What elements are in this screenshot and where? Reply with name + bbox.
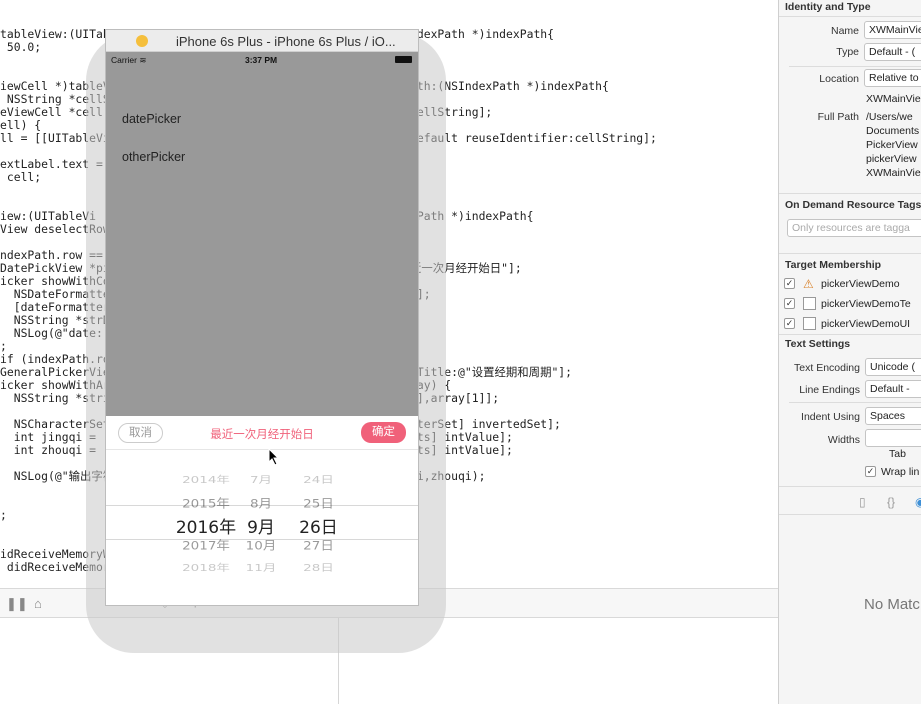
line-endings-dropdown[interactable]: Default - xyxy=(865,380,921,398)
mouse-cursor-icon xyxy=(268,448,280,466)
simulator-window: iPhone 6s Plus - iPhone 6s Plus / iO... … xyxy=(106,30,418,605)
step-over-icon[interactable]: ⌂ xyxy=(34,596,42,611)
type-label: Type xyxy=(836,46,859,58)
divider xyxy=(789,402,921,403)
code-line-tail[interactable]: Default reuseIdentifier:cellString]; xyxy=(410,132,657,145)
name-field[interactable]: XWMainVie xyxy=(864,21,921,39)
code-line[interactable]: ; xyxy=(0,509,7,522)
divider xyxy=(779,334,921,335)
file-inspector: Identity and Type Name XWMainVie Type De… xyxy=(778,0,921,704)
location-file: XWMainVie xyxy=(866,93,921,105)
picker-option[interactable]: 7月 xyxy=(236,472,286,486)
test-target-icon xyxy=(803,297,816,310)
code-line[interactable]: cell; xyxy=(0,171,41,184)
date-picker-sheet: 取消 最近一次月经开始日 确定 2014年 2015年 2016年 2017年 2018… xyxy=(106,416,418,605)
carrier-label: Carrier ≋ xyxy=(111,55,147,65)
test-target-icon xyxy=(803,317,816,330)
target-checkbox[interactable]: ✓ xyxy=(784,318,795,329)
wrap-lines-label: Wrap lin xyxy=(881,466,920,478)
picker-option[interactable]: 2015年 xyxy=(166,493,246,511)
picker-option[interactable]: 8月 xyxy=(236,493,286,511)
target-checkbox[interactable]: ✓ xyxy=(784,278,795,289)
encoding-dropdown[interactable]: Unicode ( xyxy=(865,358,921,376)
picker-option[interactable]: 24日 xyxy=(291,472,346,486)
divider xyxy=(779,16,921,17)
tab-width-field[interactable] xyxy=(865,429,921,447)
fullpath-line: Documents xyxy=(866,125,920,137)
indent-label: Indent Using xyxy=(801,411,860,423)
target-checkbox[interactable]: ✓ xyxy=(784,298,795,309)
code-snippet-icon[interactable]: {} xyxy=(887,495,895,509)
confirm-button[interactable]: 确定 xyxy=(361,422,406,443)
picker-option[interactable]: 27日 xyxy=(291,535,346,553)
file-template-icon[interactable]: ▯ xyxy=(859,495,866,509)
picker-option[interactable]: 10月 xyxy=(236,535,286,553)
location-dropdown[interactable]: Relative to xyxy=(864,69,921,87)
indent-dropdown[interactable]: Spaces xyxy=(865,407,921,425)
row-date-picker[interactable]: datePicker xyxy=(122,112,181,126)
fullpath-line: pickerView xyxy=(866,153,917,165)
target-label: pickerViewDemo xyxy=(821,278,900,290)
fullpath-line: /Users/we xyxy=(866,111,913,123)
date-picker-wheels[interactable]: 2014年 2015年 2016年 2017年 2018年 7月 8月 9月 10月 11月 2… xyxy=(106,450,418,605)
target-section-title: Target Membership xyxy=(785,259,882,271)
divider xyxy=(779,253,921,254)
fullpath-line: XWMainVie xyxy=(866,167,921,179)
object-library-icon[interactable]: ◉ xyxy=(915,495,921,509)
row-other-picker[interactable]: otherPicker xyxy=(122,150,185,164)
picker-option[interactable]: 28日 xyxy=(291,560,346,574)
wifi-icon: ≋ xyxy=(139,55,147,65)
app-target-icon: ⚠ xyxy=(803,277,814,291)
line-endings-label: Line Endings xyxy=(799,384,860,396)
location-label: Location xyxy=(819,73,859,85)
device-screen: Carrier ≋ 3:37 PM datePicker otherPicker… xyxy=(106,52,418,605)
odr-tags-field[interactable]: Only resources are tagga xyxy=(787,219,921,237)
status-time: 3:37 PM xyxy=(245,55,278,65)
status-bar: Carrier ≋ 3:37 PM xyxy=(106,52,418,68)
wrap-lines-checkbox[interactable]: ✓ xyxy=(865,466,876,477)
battery-icon xyxy=(395,56,412,63)
picker-option[interactable]: 25日 xyxy=(291,493,346,511)
picker-option[interactable]: 2014年 xyxy=(166,472,246,486)
divider xyxy=(779,193,921,194)
widths-label: Widths xyxy=(827,434,860,446)
divider xyxy=(779,486,921,487)
fullpath-label: Full Path xyxy=(817,111,859,123)
picker-option[interactable]: 2017年 xyxy=(166,535,246,553)
picker-option[interactable]: 2018年 xyxy=(166,560,246,574)
pause-icon[interactable]: ❚❚ xyxy=(6,596,28,612)
divider xyxy=(789,66,921,67)
encoding-label: Text Encoding xyxy=(794,362,860,374)
divider xyxy=(779,514,921,515)
target-label: pickerViewDemoUI xyxy=(821,318,911,330)
picker-option[interactable]: 11月 xyxy=(236,560,286,574)
odr-section-title: On Demand Resource Tags xyxy=(785,199,921,211)
identity-section-title: Identity and Type xyxy=(785,1,871,13)
no-matches-label: No Matc xyxy=(864,596,920,613)
picker-toolbar: 取消 最近一次月经开始日 确定 xyxy=(106,416,418,450)
minimize-button[interactable] xyxy=(136,35,148,47)
target-label: pickerViewDemoTe xyxy=(821,298,911,310)
simulator-titlebar[interactable]: iPhone 6s Plus - iPhone 6s Plus / iO... xyxy=(106,30,418,52)
simulator-title: iPhone 6s Plus - iPhone 6s Plus / iO... xyxy=(176,34,396,49)
code-line[interactable]: 50.0; xyxy=(0,41,41,54)
name-label: Name xyxy=(830,25,859,37)
text-section-title: Text Settings xyxy=(785,338,851,350)
tab-label: Tab xyxy=(889,448,906,460)
type-dropdown[interactable]: Default - ( xyxy=(864,43,921,61)
code-line-tail[interactable]: ndexPath *)indexPath{ xyxy=(410,28,554,41)
fullpath-line: PickerView xyxy=(866,139,918,151)
